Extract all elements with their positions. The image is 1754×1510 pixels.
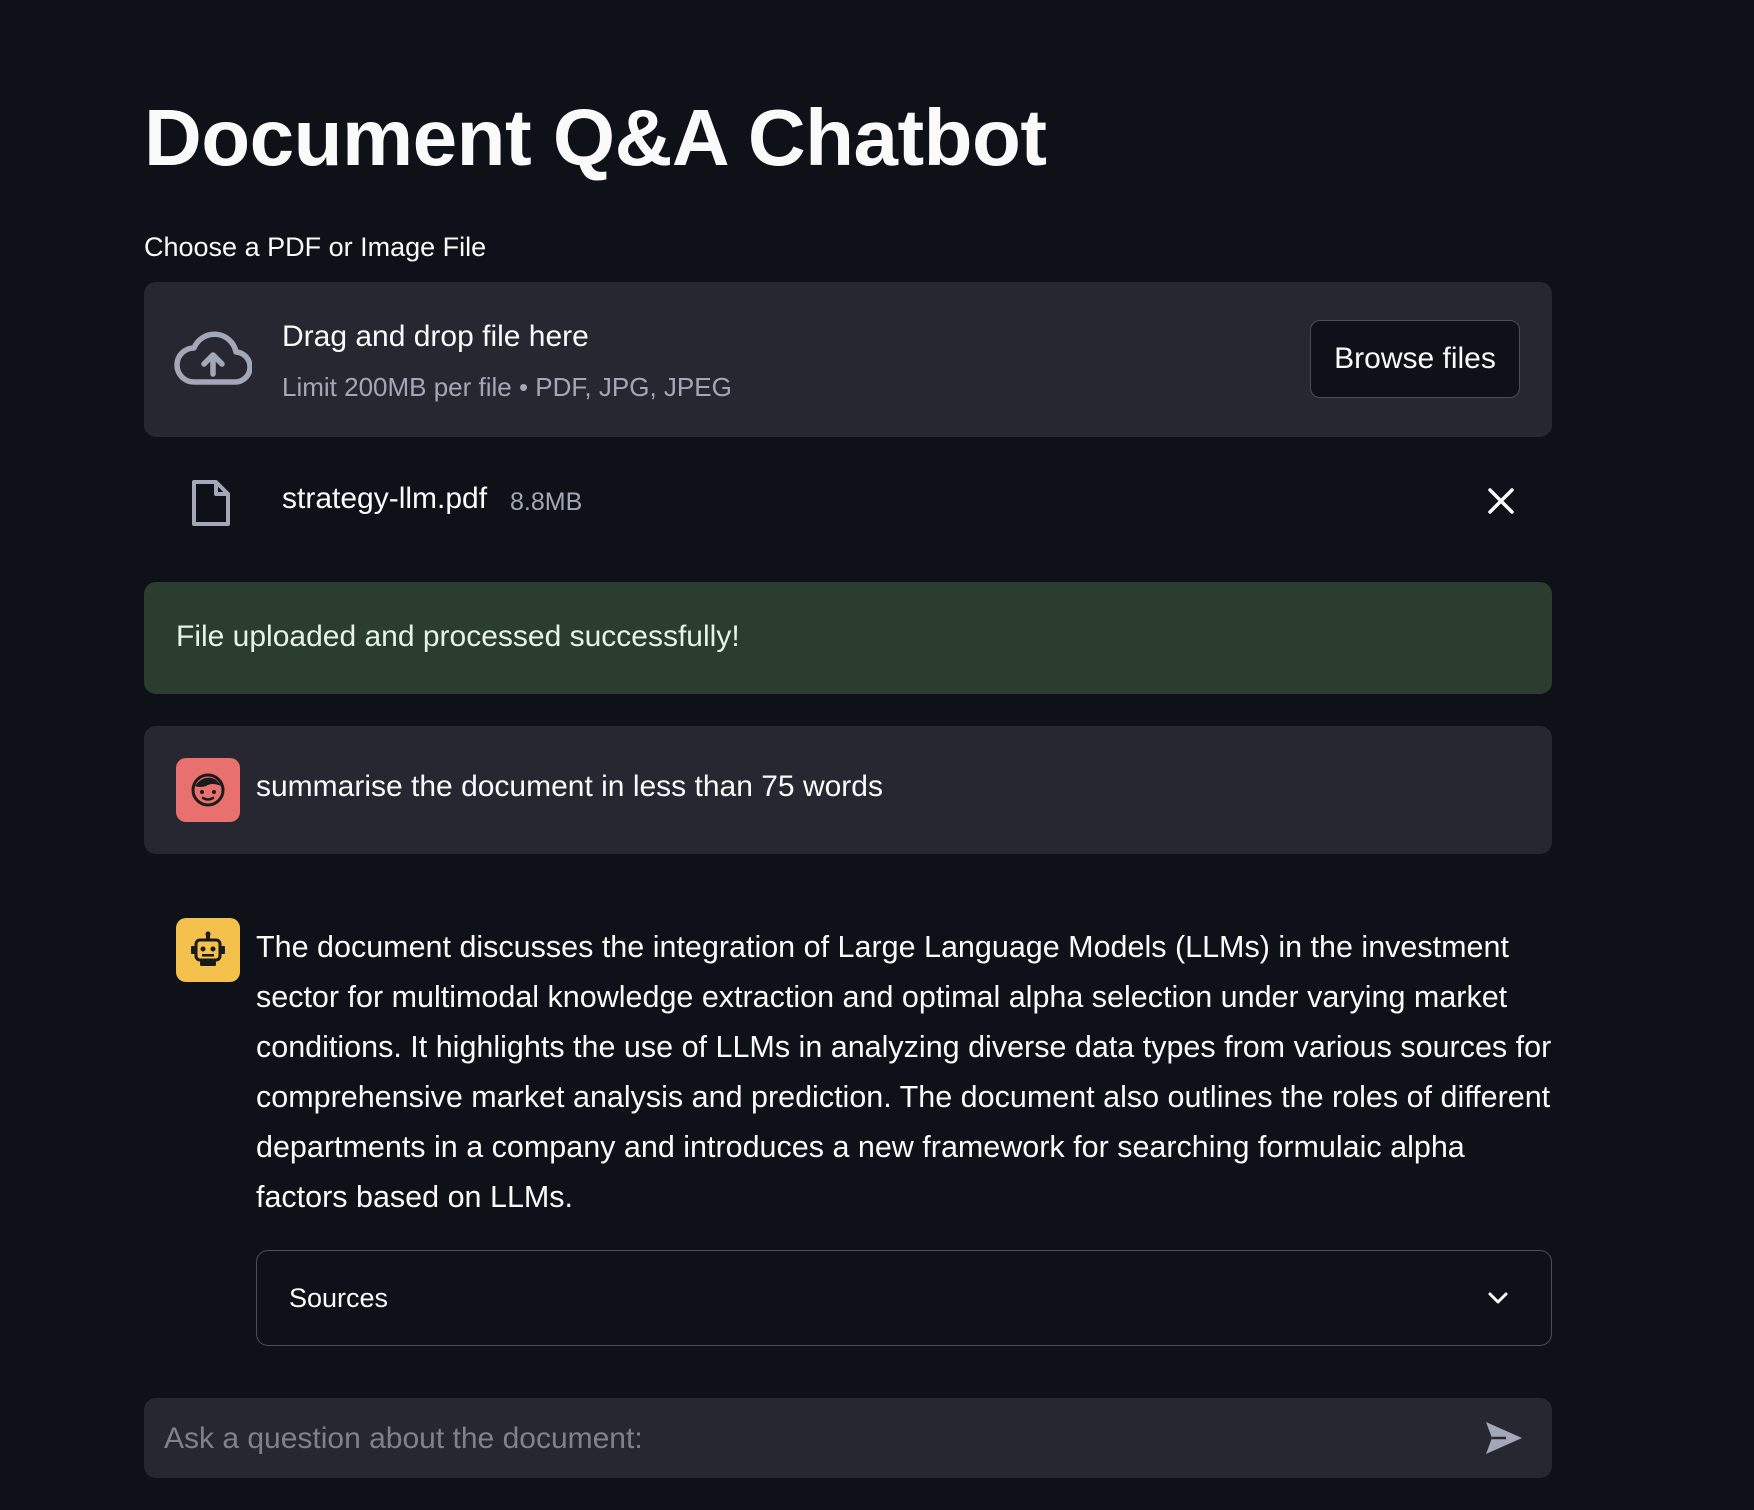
page-title: Document Q&A Chatbot	[144, 93, 1047, 182]
cloud-upload-icon	[174, 331, 252, 385]
dropzone-limit-text: Limit 200MB per file • PDF, JPG, JPEG	[282, 372, 732, 402]
assistant-message-text: The document discusses the integration o…	[256, 930, 1552, 1214]
chat-input-bar	[144, 1398, 1552, 1480]
chat-message-user: summarise the document in less than 75 w…	[144, 726, 1552, 854]
uploaded-file-item: strategy-llm.pdf 8.8MB	[144, 468, 1552, 536]
success-alert-text: File uploaded and processed successfully…	[176, 620, 740, 653]
file-uploader-label: Choose a PDF or Image File	[144, 232, 487, 262]
browse-files-button[interactable]: Browse files	[1310, 320, 1520, 398]
dropzone-title: Drag and drop file here	[282, 320, 589, 353]
uploaded-file-name: strategy-llm.pdf	[282, 482, 488, 515]
assistant-avatar	[176, 918, 240, 982]
send-icon[interactable]	[1484, 1420, 1524, 1456]
user-message-text: summarise the document in less than 75 w…	[256, 770, 883, 803]
file-icon	[192, 480, 230, 526]
uploaded-file-size: 8.8MB	[510, 488, 583, 516]
app-main: Document Q&A Chatbot Choose a PDF or Ima…	[0, 0, 1754, 1510]
close-icon[interactable]	[1484, 484, 1518, 518]
sources-expander[interactable]: Sources	[256, 1250, 1552, 1346]
chevron-down-icon	[1488, 1292, 1508, 1304]
success-alert: File uploaded and processed successfully…	[144, 582, 1552, 694]
user-avatar	[176, 758, 240, 822]
user-face-icon	[191, 773, 225, 807]
chat-message-assistant: The document discusses the integration o…	[144, 886, 1552, 1358]
robot-icon	[191, 931, 225, 966]
chat-input[interactable]	[162, 1398, 1466, 1480]
file-dropzone[interactable]: Drag and drop file here Limit 200MB per …	[144, 282, 1552, 437]
sources-expander-label: Sources	[289, 1283, 389, 1313]
